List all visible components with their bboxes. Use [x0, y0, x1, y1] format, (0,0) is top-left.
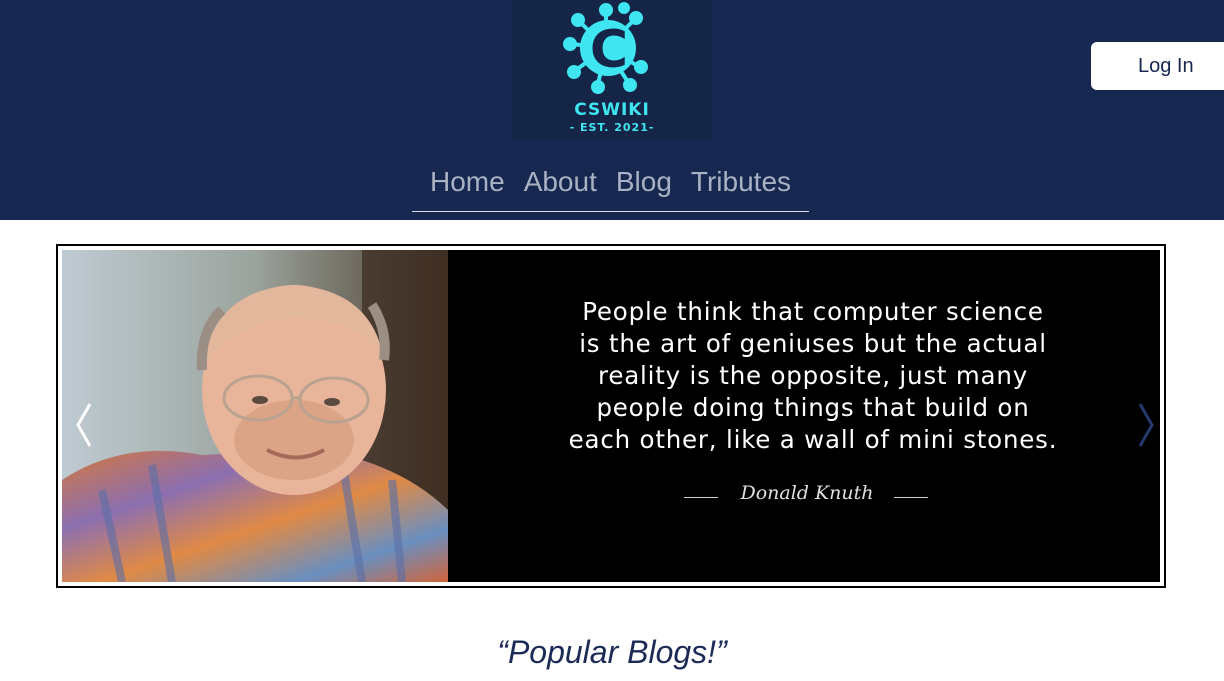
popular-blogs-heading: “Popular Blogs!”	[497, 634, 727, 670]
login-button[interactable]: Log In	[1091, 42, 1224, 90]
nav-link-blog[interactable]: Blog	[616, 160, 672, 211]
quote-line: reality is the opposite, just many	[598, 361, 1028, 390]
logo-letter: C	[590, 20, 628, 80]
quote-carousel: People think that computer science is th…	[56, 244, 1166, 588]
portrait-photo	[62, 250, 448, 582]
quote-author: Donald Knuth	[740, 482, 874, 504]
nav-link-tributes[interactable]: Tributes	[691, 160, 791, 211]
logo-established: - EST. 2021-	[569, 121, 655, 134]
logo-name: CSWIKI	[574, 100, 650, 120]
quote-text: People think that computer science is th…	[468, 296, 1158, 456]
site-logo[interactable]: C CSWIKI - EST. 2021-	[512, 0, 712, 140]
nav-link-about[interactable]: About	[524, 160, 597, 211]
quote-line: each other, like a wall of mini stones.	[568, 425, 1058, 454]
virus-logo-icon: C	[563, 2, 648, 94]
quote-line: people doing things that build on	[596, 393, 1030, 422]
quote-line: People think that computer science	[582, 297, 1044, 326]
author-divider-right	[894, 497, 928, 498]
chevron-left-icon[interactable]	[70, 400, 100, 450]
main-nav: Home About Blog Tributes	[412, 160, 809, 212]
carousel-slide: People think that computer science is th…	[62, 250, 1160, 582]
nav-link-home[interactable]: Home	[430, 160, 505, 211]
quote-line: is the art of geniuses but the actual	[579, 329, 1047, 358]
chevron-right-icon[interactable]	[1130, 400, 1160, 450]
site-header: C CSWIKI - EST. 2021- Log In Home About …	[0, 0, 1224, 220]
